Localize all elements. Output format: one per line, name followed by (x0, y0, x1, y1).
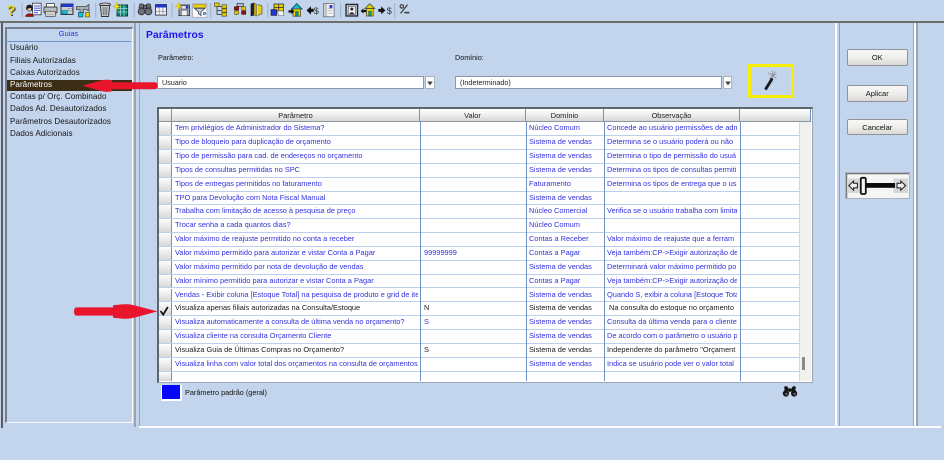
svg-text:?: ? (7, 2, 16, 18)
svg-text:$: $ (387, 6, 392, 16)
svg-text:$: $ (314, 6, 319, 16)
